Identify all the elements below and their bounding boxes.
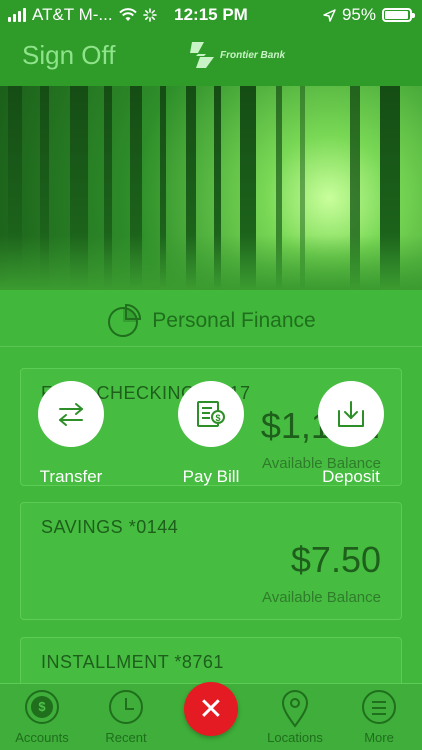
pay-bill-label: Pay Bill: [182, 467, 240, 486]
deposit-download-icon: [338, 401, 364, 427]
close-icon: ✕: [198, 692, 224, 726]
bill-icon: $: [197, 401, 225, 427]
svg-text:$: $: [215, 413, 220, 423]
transfer-arrows-icon: [59, 403, 83, 426]
transfer-button[interactable]: Transfer: [11, 381, 131, 487]
transfer-label: Transfer: [39, 467, 103, 486]
pay-bill-button[interactable]: $ Pay Bill: [151, 381, 271, 487]
deposit-label: Deposit: [322, 467, 380, 486]
close-actions-button[interactable]: ✕: [184, 682, 238, 736]
quick-actions-overlay: Transfer $ Pay Bill Deposit: [0, 0, 422, 750]
deposit-button[interactable]: Deposit: [291, 381, 411, 487]
